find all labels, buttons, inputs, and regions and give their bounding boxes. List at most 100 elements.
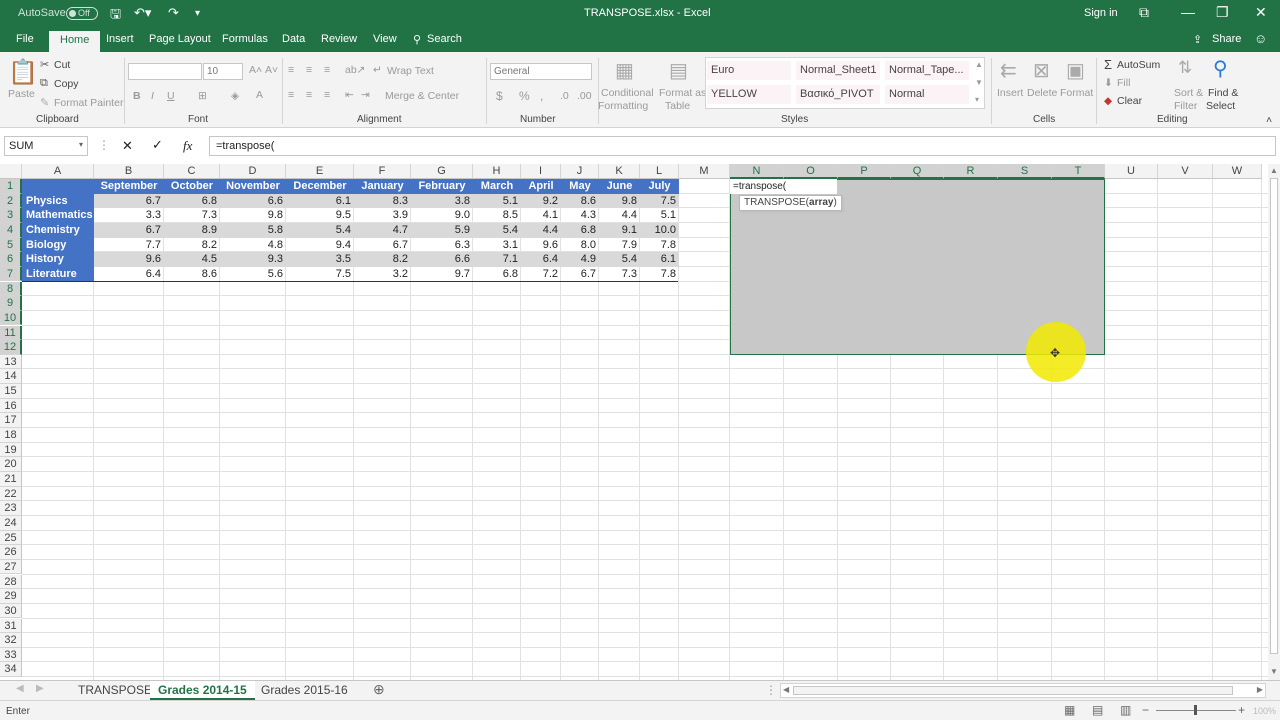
- next-sheet-icon[interactable]: ▶: [36, 683, 44, 694]
- row-header-18[interactable]: 18: [0, 428, 22, 443]
- style-basiko-pivot[interactable]: Βασικό_PIVOT: [796, 85, 880, 104]
- grade-cell[interactable]: 8.2: [164, 238, 220, 253]
- grade-cell[interactable]: 9.8: [220, 208, 286, 223]
- grade-cell[interactable]: 4.4: [599, 208, 640, 223]
- share-button[interactable]: Share: [1212, 33, 1241, 45]
- table-header-cell[interactable]: October: [164, 179, 220, 194]
- prev-sheet-icon[interactable]: ◀: [16, 683, 24, 694]
- wrap-text-button[interactable]: Wrap Text: [387, 65, 434, 77]
- grade-cell[interactable]: 6.7: [94, 222, 164, 238]
- save-icon[interactable]: 🖫: [110, 5, 121, 27]
- grade-cell[interactable]: 6.8: [561, 222, 599, 238]
- column-header-k[interactable]: K: [599, 164, 640, 179]
- column-header-g[interactable]: G: [411, 164, 473, 179]
- grade-cell[interactable]: 6.8: [473, 267, 521, 282]
- grade-cell[interactable]: 8.5: [473, 208, 521, 223]
- confirm-entry-icon[interactable]: ✓: [152, 137, 163, 153]
- zoom-out-icon[interactable]: −: [1142, 703, 1149, 717]
- borders-icon[interactable]: ⊞: [198, 90, 207, 102]
- sheet-tab-grades-2014-15[interactable]: Grades 2014-15: [150, 681, 255, 700]
- grade-cell[interactable]: 7.5: [640, 193, 679, 209]
- row-header-32[interactable]: 32: [0, 633, 22, 648]
- align-right-icon[interactable]: ≡: [324, 89, 330, 101]
- row-header-11[interactable]: 11: [0, 325, 22, 341]
- column-header-d[interactable]: D: [220, 164, 286, 179]
- row-header-6[interactable]: 6: [0, 252, 22, 267]
- scroll-left-icon[interactable]: ◀: [783, 685, 789, 694]
- cut-icon[interactable]: ✂: [40, 58, 49, 71]
- grade-cell[interactable]: 7.5: [286, 267, 354, 282]
- grade-cell[interactable]: 7.1: [473, 252, 521, 267]
- column-header-b[interactable]: B: [94, 164, 164, 179]
- conditional-formatting-icon[interactable]: ▦: [615, 58, 634, 83]
- increase-decimal-icon[interactable]: .0: [560, 90, 569, 102]
- grade-cell[interactable]: 4.5: [164, 252, 220, 267]
- row-header-27[interactable]: 27: [0, 559, 22, 575]
- grade-cell[interactable]: 7.8: [640, 238, 679, 253]
- grade-cell[interactable]: 6.1: [286, 193, 354, 209]
- cut-button[interactable]: Cut: [54, 59, 70, 71]
- font-name-input[interactable]: [128, 63, 202, 80]
- number-format-select[interactable]: General: [490, 63, 592, 80]
- row-header-7[interactable]: 7: [0, 266, 22, 282]
- format-cells-button[interactable]: Format: [1060, 87, 1093, 99]
- column-header-w[interactable]: W: [1213, 164, 1262, 179]
- format-as-table-icon[interactable]: ▤: [669, 58, 688, 83]
- undo-icon[interactable]: ↶▾: [134, 5, 151, 21]
- grade-cell[interactable]: 8.3: [354, 193, 411, 209]
- grade-cell[interactable]: 4.1: [521, 208, 561, 223]
- subject-name-cell[interactable]: Chemistry: [22, 222, 94, 238]
- row-header-3[interactable]: 3: [0, 208, 22, 223]
- grade-cell[interactable]: 9.0: [411, 208, 473, 223]
- decrease-decimal-icon[interactable]: .00: [577, 90, 592, 102]
- orientation-icon[interactable]: ab↗: [345, 64, 365, 76]
- tab-splitter-icon[interactable]: ⋮: [765, 683, 777, 697]
- row-header-5[interactable]: 5: [0, 237, 22, 253]
- grade-cell[interactable]: 5.8: [220, 222, 286, 238]
- grade-cell[interactable]: 3.3: [94, 208, 164, 223]
- normal-view-icon[interactable]: ▦: [1064, 703, 1075, 717]
- row-header-33[interactable]: 33: [0, 647, 22, 663]
- new-sheet-icon[interactable]: ⊕: [373, 681, 385, 698]
- grade-cell[interactable]: 7.7: [94, 238, 164, 253]
- autosum-button[interactable]: AutoSum: [1117, 59, 1160, 71]
- table-header-corner[interactable]: [22, 179, 94, 194]
- table-header-cell[interactable]: July: [640, 179, 679, 194]
- grade-cell[interactable]: 5.9: [411, 222, 473, 238]
- subject-name-cell[interactable]: Physics: [22, 193, 94, 209]
- row-header-25[interactable]: 25: [0, 530, 22, 546]
- clear-button[interactable]: Clear: [1117, 95, 1142, 107]
- format-as-table-label-1[interactable]: Format as: [659, 87, 706, 99]
- grade-cell[interactable]: 8.2: [354, 252, 411, 267]
- subject-name-cell[interactable]: Literature: [22, 266, 94, 282]
- autosave-toggle[interactable]: Off: [66, 7, 98, 20]
- grade-cell[interactable]: 7.3: [164, 208, 220, 223]
- grade-cell[interactable]: 7.9: [599, 238, 640, 253]
- minimize-icon[interactable]: —: [1181, 4, 1195, 20]
- grade-cell[interactable]: 3.1: [473, 238, 521, 253]
- row-header-26[interactable]: 26: [0, 545, 22, 560]
- format-painter-button[interactable]: Format Painter: [54, 97, 123, 109]
- grade-cell[interactable]: 9.6: [94, 252, 164, 267]
- grade-cell[interactable]: 8.9: [164, 222, 220, 238]
- tab-page-layout[interactable]: Page Layout: [149, 33, 211, 45]
- row-header-4[interactable]: 4: [0, 222, 22, 238]
- style-yellow[interactable]: YELLOW: [707, 85, 791, 104]
- sort-filter-icon[interactable]: ⇅: [1178, 58, 1192, 78]
- grow-font-icon[interactable]: A˄: [249, 64, 262, 76]
- row-header-2[interactable]: 2: [0, 193, 22, 209]
- table-header-cell[interactable]: May: [561, 179, 599, 194]
- decrease-indent-icon[interactable]: ⇤: [345, 89, 354, 101]
- tab-view[interactable]: View: [373, 33, 397, 45]
- close-icon[interactable]: ✕: [1255, 4, 1267, 21]
- tab-home[interactable]: Home: [49, 31, 101, 52]
- row-header-1[interactable]: 1: [0, 179, 22, 194]
- grade-cell[interactable]: 9.7: [411, 267, 473, 282]
- sheet-tab-transpose[interactable]: TRANSPOSE: [70, 681, 160, 700]
- name-box[interactable]: SUM ▾: [4, 136, 88, 156]
- paste-icon[interactable]: 📋: [8, 58, 38, 87]
- sort-filter-label-2[interactable]: Filter: [1174, 100, 1197, 112]
- row-header-21[interactable]: 21: [0, 472, 22, 487]
- autosum-icon[interactable]: Σ: [1104, 57, 1112, 72]
- align-middle-icon[interactable]: ≡: [306, 64, 312, 76]
